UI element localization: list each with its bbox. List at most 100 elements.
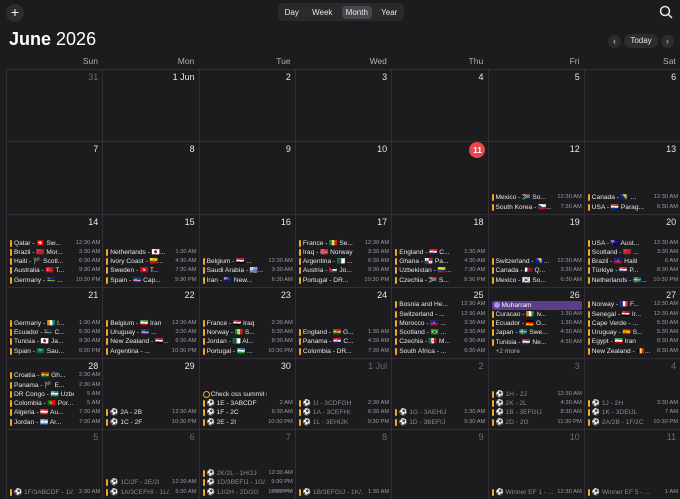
calendar-event[interactable]: Iran - 🇳🇿 New... 6:30 AM [202,276,293,285]
calendar-event[interactable]: ⚽ 1C - 2F 10:30 PM [106,418,197,427]
calendar-event[interactable]: ⚽ 1A/3CEFHI - 1L/... 5:30 AM [106,488,197,497]
view-week-button[interactable]: Week [308,6,336,19]
calendar-event[interactable]: ⚽ 2K - 2L 4:30 AM [491,399,582,408]
calendar-event[interactable]: Brazil - 🇲🇦 Mor... 3:30 AM [10,248,100,257]
calendar-event[interactable]: South Korea - 🇨🇿... 7:30 AM [491,203,582,212]
day-cell[interactable]: 31 [6,69,103,141]
day-cell[interactable]: 11 ⚽ Winner EF 5 - ... 1 AM [583,429,680,499]
calendar-event[interactable]: Ecuador - 🇨🇼 C... 5:30 AM [10,328,100,337]
calendar-event[interactable]: ⚽ 1D/3BEFIJ - 1G/... 9:30 PM [202,478,293,487]
scroll-handle[interactable] [271,489,291,492]
calendar-event[interactable]: Scotland - 🇲🇦 ... 3:30 AM [587,248,678,257]
day-cell[interactable]: 6 ⚽ 1C/2F - 2E/2I 12:30 AM ⚽ 1A/3CEFHI - 1L… [102,429,199,499]
calendar-event[interactable]: Mexico - 🇿🇦 So... 12:30 AM [491,193,582,202]
day-cell[interactable]: 9 [198,141,295,214]
day-cell[interactable]: 7 [6,141,103,214]
calendar-event[interactable]: Germany - 🇨🇼 ... 10:30 PM [10,276,100,285]
calendar-event[interactable]: ⚽ 1H - 2J 12:30 AM [491,390,582,399]
add-event-button[interactable]: + [6,4,24,22]
day-cell[interactable]: 24 England - 🇬🇭 G... 1:30 AM Panama - 🇭🇷 C.… [294,287,392,358]
calendar-event[interactable]: Canada - 🇧🇦 ... 12:30 AM [587,193,678,202]
next-month-button[interactable]: › [661,35,674,48]
calendar-event[interactable]: ⚽ 1J - 2H 3:30 AM [587,399,678,408]
calendar-event[interactable]: France - 🇸🇳 Se... 12:30 AM [298,239,389,248]
calendar-event[interactable]: Saudi Arabia - 🇺🇾... 3:30 AM [202,266,293,275]
day-cell[interactable]: 11 [391,141,488,214]
calendar-event[interactable]: Spain - 🇨🇻 Cap... 9:30 PM [106,276,197,285]
calendar-event[interactable]: Qatar - 🇨🇭 Sw... 12:30 AM [10,239,100,248]
calendar-event[interactable]: Tunisia - 🇳🇱 Ne... 4:30 AM [491,338,582,347]
day-cell[interactable]: 1 Jul ⚽ 1I - 3CDFGH 2:30 AM ⚽ 1A - 3CEFHI 6:… [294,358,392,429]
calendar-event[interactable]: Uzbekistan - 🇨🇴... 7:30 AM [395,266,485,275]
calendar-event[interactable]: Panama - 🇭🇷 C... 4:30 AM [298,337,389,346]
day-cell[interactable]: 8 ⚽ 1B/3EFGIJ - 1K/... 1:30 AM [294,429,392,499]
calendar-event[interactable]: Türkiye - 🇵🇾 P... 8:30 AM [587,266,678,275]
day-cell[interactable]: 15 Netherlands - 🇯🇵... 1:30 AM Ivory Coast … [102,214,199,287]
calendar-event[interactable]: Algeria - 🇦🇹 Au... 7:30 AM [10,408,100,417]
calendar-event[interactable]: ⚽ 1A - 3CEFHI 6:30 AM [298,408,389,417]
day-cell[interactable]: 3 ⚽ 1H - 2J 12:30 AM ⚽ 2K - 2L 4:30 AM ⚽ 1B -… [487,358,584,429]
calendar-event[interactable]: Colombia - 🇵🇹 Por... 5 AM [10,399,100,408]
calendar-event[interactable]: South Africa - ... 6:30 AM [395,347,485,356]
day-cell[interactable]: 18 England - 🇭🇷 C... 1:30 AM Ghana - 🇵🇦 Pa.… [391,214,488,287]
calendar-event[interactable]: Belgium - 🇮🇷 Iran 12:30 AM [106,319,197,328]
day-cell[interactable]: 17 France - 🇸🇳 Se... 12:30 AM Iraq - 🇳🇴 Nor… [294,214,392,287]
day-cell[interactable]: 1 Jun [102,69,199,141]
day-cell[interactable]: 9 [391,429,488,499]
calendar-event[interactable]: Scotland - 🇧🇷 ... 3:30 AM [395,328,485,337]
calendar-event[interactable]: Cape Verde - ... 5:30 AM [587,319,678,328]
calendar-event[interactable]: ⚽ 2D - 2G 11:30 PM [491,418,582,427]
day-cell[interactable]: 8 [102,141,199,214]
calendar-event[interactable]: ⚽ 1I - 3CDFGH 2:30 AM [298,399,389,408]
calendar-event[interactable]: USA - 🇦🇺 Aust... 12:30 AM [587,239,678,248]
day-cell[interactable]: 6 [583,69,680,141]
today-button[interactable]: Today [624,34,658,48]
calendar-event[interactable]: Switzerland - 🇧🇦... 12:30 AM [491,257,582,266]
calendar-event[interactable]: Mexico - 🇰🇷 So... 6:30 AM [491,276,582,285]
calendar-event[interactable]: New Zealand - 🇧🇪... 8:30 AM [587,347,678,356]
calendar-event[interactable]: Panama - 🏴 E... 2:30 AM [10,381,100,390]
calendar-event[interactable]: ⚽ 2A/2B - 1F/2C 10:30 PM [587,418,678,427]
calendar-event[interactable]: Croatia - 🇬🇭 Gh... 2:30 AM [10,371,100,380]
calendar-event[interactable]: ⚽ 2K/2L - 1H/2J 12:30 AM [202,469,293,478]
calendar-event[interactable]: ⚽ 2E - 2I 10:30 PM [202,418,293,427]
calendar-event[interactable]: Czechia - 🇲🇽 M... 6:30 AM [395,337,485,346]
calendar-event[interactable]: Uruguay - 🇪🇸 S... 5:30 AM [587,328,678,337]
calendar-event[interactable]: Colombia - DR... 7:30 AM [298,347,389,356]
more-events-link[interactable]: +2 more [492,347,582,356]
day-cell[interactable]: 2 ⚽ 1G - 3AEHIJ 1:30 AM ⚽ 1D - 3BEFIJ 5:30 A… [391,358,488,429]
calendar-event[interactable]: Tunisia - 🇯🇵 Ja... 9:30 AM [10,337,100,346]
calendar-event[interactable]: ⚽ 1F/3ABCDF - 1I/... 2:30 AM [10,488,100,497]
calendar-event[interactable]: New Zealand - 🇪🇬... 6:30 AM [106,337,197,346]
calendar-event[interactable]: ⚽ 1F - 2C 6:30 AM [202,408,293,417]
calendar-event[interactable]: Switzerland - ... 12:30 AM [395,310,485,319]
calendar-event[interactable]: Ivory Coast - 🇪🇨... 4:30 AM [106,257,197,266]
calendar-event[interactable]: Argentina - ... 10:30 PM [106,347,197,356]
calendar-event[interactable]: Japan - 🇸🇪 Swe... 4:30 AM [491,328,582,337]
day-cell[interactable]: 14 Qatar - 🇨🇭 Sw... 12:30 AM Brazil - 🇲🇦 Mo… [6,214,103,287]
day-cell[interactable]: 27 Norway - 🇫🇷 F... 12:30 AM Senegal - 🇮🇶 I… [583,287,680,358]
calendar-event[interactable]: Austria - 🇯🇴 Jo... 9:30 AM [298,266,389,275]
day-cell[interactable]: 19 Switzerland - 🇧🇦... 12:30 AM Canada - 🇶🇦… [487,214,584,287]
calendar-event[interactable]: Portugal - 🇺🇿 ... 10:30 PM [202,347,293,356]
calendar-event[interactable]: Brazil - 🇭🇹 Haiti 6 AM [587,257,678,266]
calendar-event[interactable]: Germany - 🇨🇮 I... 1:30 AM [10,319,100,328]
calendar-event[interactable]: Jordan - 🇩🇿 Al... 8:30 AM [202,337,293,346]
calendar-event[interactable]: Portugal - DR... 10:30 PM [298,276,389,285]
day-cell[interactable]: 5 [487,69,584,141]
day-cell[interactable]: 28 Croatia - 🇬🇭 Gh... 2:30 AM Panama - 🏴 E.… [6,358,103,429]
calendar-event[interactable]: Czechia - 🇿🇦 S... 9:30 PM [395,276,485,285]
calendar-event[interactable]: Norway - 🇫🇷 F... 12:30 AM [587,300,678,309]
previous-month-button[interactable]: ‹ [608,35,621,48]
day-cell[interactable]: 22 Belgium - 🇮🇷 Iran 12:30 AM Uruguay - 🇨🇻 … [102,287,199,358]
calendar-event[interactable]: ⚽ 1E - 3ABCDF 2 AM [202,399,293,408]
calendar-event[interactable]: ⚽ 1K - 3DEIJL 7 AM [587,408,678,417]
calendar-event[interactable]: ⚽ 1B/3EFGIJ - 1K/... 1:30 AM [298,488,389,497]
calendar-event[interactable]: ⚽ 1C/2F - 2E/2I 12:30 AM [106,478,197,487]
calendar-event[interactable]: Egypt - 🇮🇷 Iran 8:30 AM [587,337,678,346]
calendar-event[interactable]: Jordan - 🇦🇷 Ar... 7:30 AM [10,418,100,427]
calendar-event[interactable]: DR Congo - 🇺🇿 Uzbek... 5 AM [10,390,100,399]
calendar-event[interactable]: Sweden - 🇹🇳 T... 7:30 AM [106,266,197,275]
view-day-button[interactable]: Day [281,6,303,19]
calendar-event[interactable]: England - 🇬🇭 G... 1:30 AM [298,328,389,337]
